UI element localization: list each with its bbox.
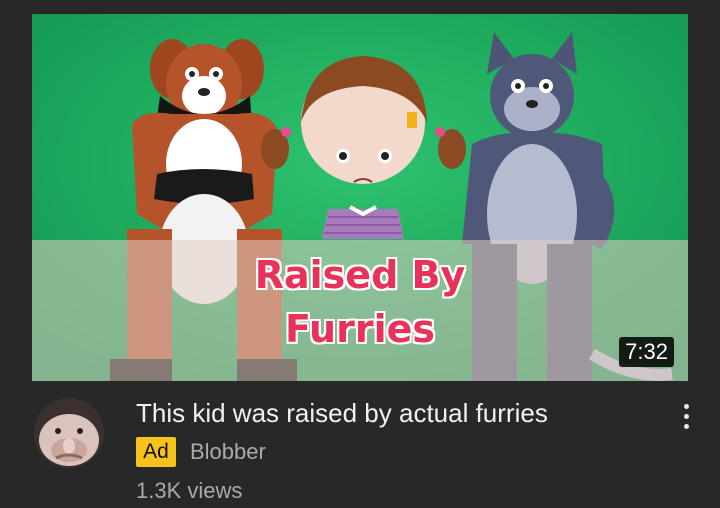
thumbnail-caption-line1: Raised By <box>254 253 466 297</box>
channel-name[interactable]: Blobber <box>190 437 266 467</box>
blobfish-avatar-image <box>34 398 104 468</box>
channel-avatar[interactable] <box>34 398 104 468</box>
video-thumbnail[interactable]: Raised By Furries 7:32 <box>32 14 688 381</box>
video-title[interactable]: This kid was raised by actual furries <box>136 398 548 429</box>
menu-dot <box>684 424 689 429</box>
thumbnail-caption-line2: Furries <box>284 307 435 351</box>
duration-badge: 7:32 <box>619 337 674 367</box>
view-count: 1.3K views <box>136 478 243 503</box>
more-vert-icon[interactable] <box>672 400 700 434</box>
menu-dot <box>684 404 689 409</box>
menu-dot <box>684 414 689 419</box>
ad-badge: Ad <box>136 437 176 467</box>
